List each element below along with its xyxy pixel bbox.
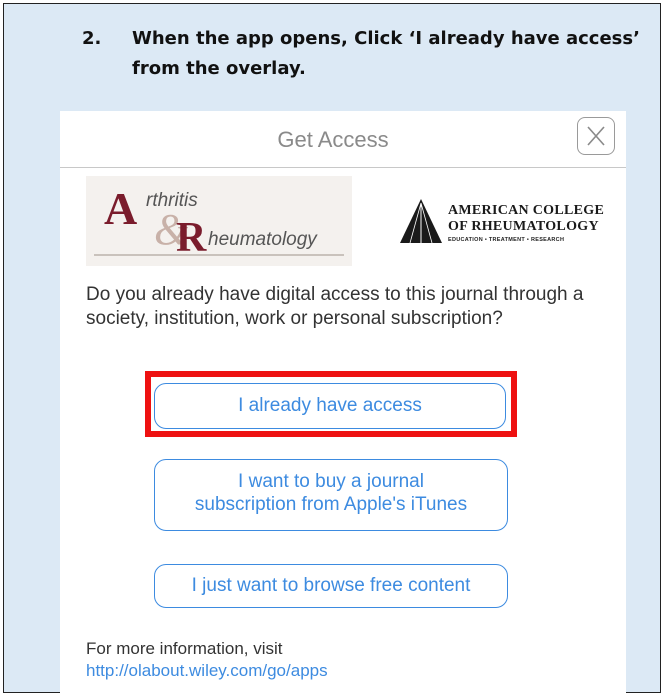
step-text: When the app opens, Click ‘I already hav… (132, 28, 640, 79)
get-access-screen: Get Access A rthritis & R heumatology AM… (60, 111, 626, 693)
close-icon (587, 126, 605, 146)
more-info-text: For more information, visit (86, 639, 283, 658)
highlight-box (145, 371, 517, 437)
logo-letter-a: A (104, 183, 138, 234)
acr-logo: AMERICAN COLLEGE OF RHEUMATOLOGY EDUCATI… (398, 197, 616, 247)
close-button[interactable] (577, 117, 615, 155)
acr-line-1: AMERICAN COLLEGE (448, 203, 605, 218)
buy-line-1: I want to buy a journal (238, 471, 424, 492)
acr-line-2: OF RHEUMATOLOGY (448, 219, 599, 234)
buy-subscription-button[interactable]: I want to buy a journal subscription fro… (154, 459, 508, 531)
title-bar: Get Access (60, 111, 626, 168)
acr-line-3: EDUCATION • TREATMENT • RESEARCH (448, 237, 565, 243)
instruction-panel: 2. When the app opens, Click ‘I already … (3, 3, 661, 693)
buy-line-2: subscription from Apple's iTunes (194, 494, 468, 515)
browse-free-button[interactable]: I just want to browse free content (154, 564, 508, 608)
access-question: Do you already have digital access to th… (86, 284, 584, 329)
arthritis-rheumatology-logo: A rthritis & R heumatology (86, 176, 352, 266)
dialog-title: Get Access (277, 127, 389, 152)
logo-word-heumatology: heumatology (208, 229, 317, 250)
pyramid-icon (400, 199, 442, 244)
info-link[interactable]: http://olabout.wiley.com/go/apps (86, 661, 328, 681)
logo-fine-print (94, 254, 344, 256)
step-number: 2. (82, 28, 102, 49)
